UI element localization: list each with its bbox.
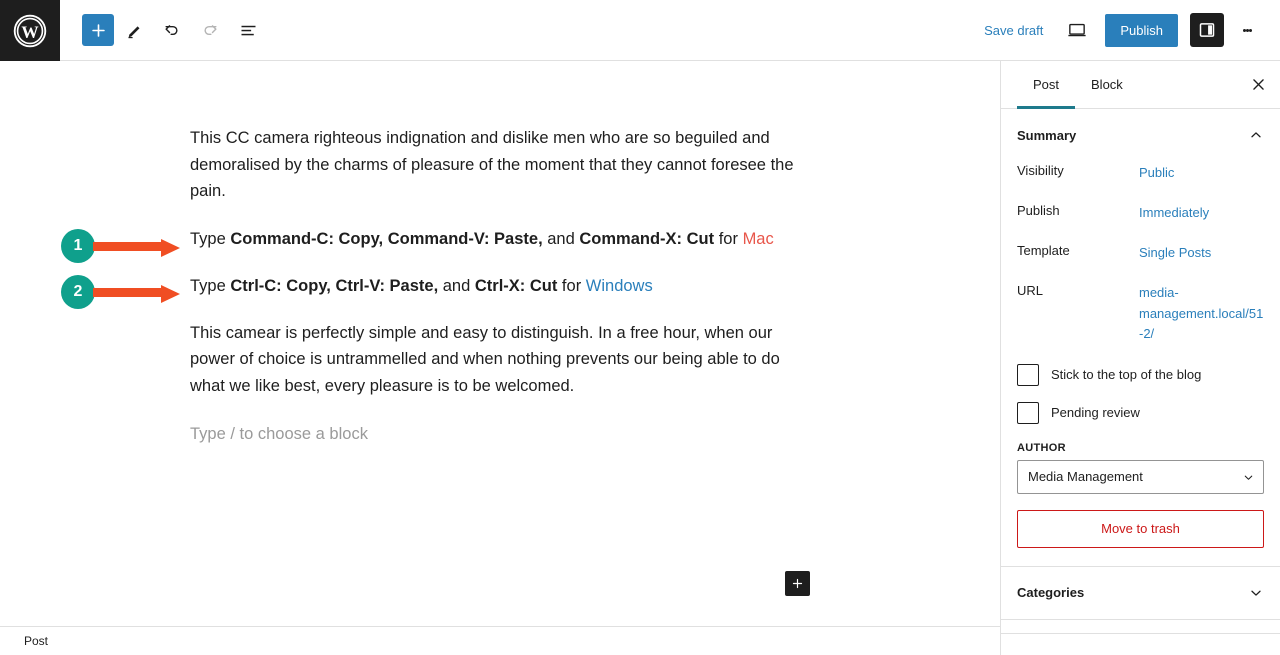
breadcrumb-item-post[interactable]: Post (24, 634, 48, 648)
sticky-checkbox-label[interactable]: Stick to the top of the blog (1051, 367, 1201, 382)
paragraph-block-mac-shortcuts[interactable]: Type Command-C: Copy, Command-V: Paste, … (190, 226, 810, 253)
breadcrumb: Post (0, 626, 1000, 655)
mac-link[interactable]: Mac (743, 230, 774, 248)
row-visibility: Visibility Public (1017, 157, 1264, 197)
mac-bold-2: Command-X: Cut (579, 230, 715, 249)
author-select[interactable]: Media Management (1017, 459, 1264, 494)
toolbar-left-group (60, 0, 266, 60)
summary-rows: Visibility Public Publish Immediately Te… (1001, 157, 1280, 358)
pending-review-checkbox-label[interactable]: Pending review (1051, 405, 1140, 420)
win-prefix: Type (190, 276, 231, 295)
summary-title: Summary (1017, 127, 1077, 143)
mac-mid: and (542, 230, 580, 249)
summary-section-header[interactable]: Summary (1001, 109, 1280, 157)
paragraph-block-1[interactable]: This CC camera righteous indignation and… (190, 125, 810, 205)
windows-link[interactable]: Windows (586, 277, 653, 295)
chevron-down-icon (1251, 590, 1261, 596)
win-bold-1: Ctrl-C: Copy, Ctrl-V: Paste, (230, 276, 439, 295)
checkbox-row-sticky: Stick to the top of the blog (1001, 358, 1280, 396)
empty-block-placeholder[interactable]: Type / to choose a block (190, 421, 810, 448)
edit-mode-pencil-icon[interactable] (116, 12, 152, 48)
row-url: URL media-management.local/51-2/ (1017, 277, 1264, 357)
author-field: AUTHOR Media Management (1001, 434, 1280, 494)
next-section-partial (1001, 620, 1280, 634)
label-template: Template (1017, 243, 1070, 259)
win-mid: and (438, 276, 475, 295)
row-publish: Publish Immediately (1017, 197, 1264, 237)
categories-title: Categories (1017, 585, 1085, 601)
author-field-label: AUTHOR (1017, 441, 1066, 454)
row-template: Template Single Posts (1017, 237, 1264, 277)
editor-options-kebab-icon[interactable] (1230, 13, 1264, 47)
redo-arrow-icon (192, 12, 228, 48)
tab-block[interactable]: Block (1075, 61, 1139, 108)
list-view-icon[interactable] (230, 12, 266, 48)
post-content: This CC camera righteous indignation and… (0, 61, 1000, 447)
mac-suffix: for (714, 230, 743, 249)
value-url[interactable]: media-management.local/51-2/ (1139, 283, 1264, 343)
move-to-trash-button[interactable]: Move to trash (1017, 509, 1264, 548)
close-sidebar-icon[interactable] (1236, 61, 1280, 108)
toolbar-right-group: Save draft Publish (974, 0, 1280, 60)
value-visibility[interactable]: Public (1139, 163, 1264, 183)
editor-body: This CC camera righteous indignation and… (0, 61, 1280, 655)
kebab-dot (1248, 28, 1252, 32)
label-url: URL (1017, 283, 1044, 299)
paragraph-block-2[interactable]: This camear is perfectly simple and easy… (190, 320, 810, 400)
inline-add-block-button[interactable] (785, 571, 810, 596)
sidebar-content: Summary Visibility Public Publish Immedi… (1001, 109, 1280, 655)
win-bold-2: Ctrl-X: Cut (474, 276, 558, 295)
publish-button[interactable]: Publish (1105, 13, 1178, 47)
editor-top-toolbar: W Save draft Publish (0, 0, 1280, 61)
checkbox-row-pending: Pending review (1001, 396, 1280, 434)
post-canvas[interactable]: This CC camera righteous indignation and… (0, 61, 1000, 626)
undo-arrow-icon[interactable] (154, 12, 190, 48)
wordpress-logo-icon[interactable]: W (0, 0, 60, 61)
settings-sidebar-toggle[interactable] (1190, 13, 1224, 47)
sidebar-tabs: Post Block (1001, 61, 1280, 109)
mac-bold-1: Command-C: Copy, Command-V: Paste, (230, 230, 543, 249)
win-suffix: for (557, 276, 586, 295)
save-draft-button[interactable]: Save draft (974, 17, 1053, 44)
wordpress-block-editor: W Save draft Publish This CC camera righ… (0, 0, 1280, 655)
editor-canvas-column: This CC camera righteous indignation and… (0, 61, 1000, 655)
settings-sidebar: Post Block Summary Visibility Public Pub… (1000, 61, 1280, 655)
svg-text:W: W (21, 22, 38, 41)
mac-prefix: Type (190, 230, 231, 249)
author-select-wrap: Media Management (1017, 459, 1264, 494)
paragraph-block-windows-shortcuts[interactable]: Type Ctrl-C: Copy, Ctrl-V: Paste, and Ct… (190, 273, 810, 300)
chevron-up-icon (1251, 132, 1261, 138)
label-visibility: Visibility (1017, 163, 1064, 178)
add-block-button[interactable] (82, 14, 114, 46)
pending-review-checkbox[interactable] (1017, 401, 1039, 424)
value-publish[interactable]: Immediately (1139, 203, 1264, 223)
sticky-checkbox[interactable] (1017, 363, 1039, 386)
desktop-preview-icon[interactable] (1059, 12, 1095, 48)
label-publish: Publish (1017, 203, 1060, 219)
categories-section-header[interactable]: Categories (1001, 567, 1280, 620)
tab-post[interactable]: Post (1017, 61, 1076, 109)
value-template[interactable]: Single Posts (1139, 243, 1264, 263)
